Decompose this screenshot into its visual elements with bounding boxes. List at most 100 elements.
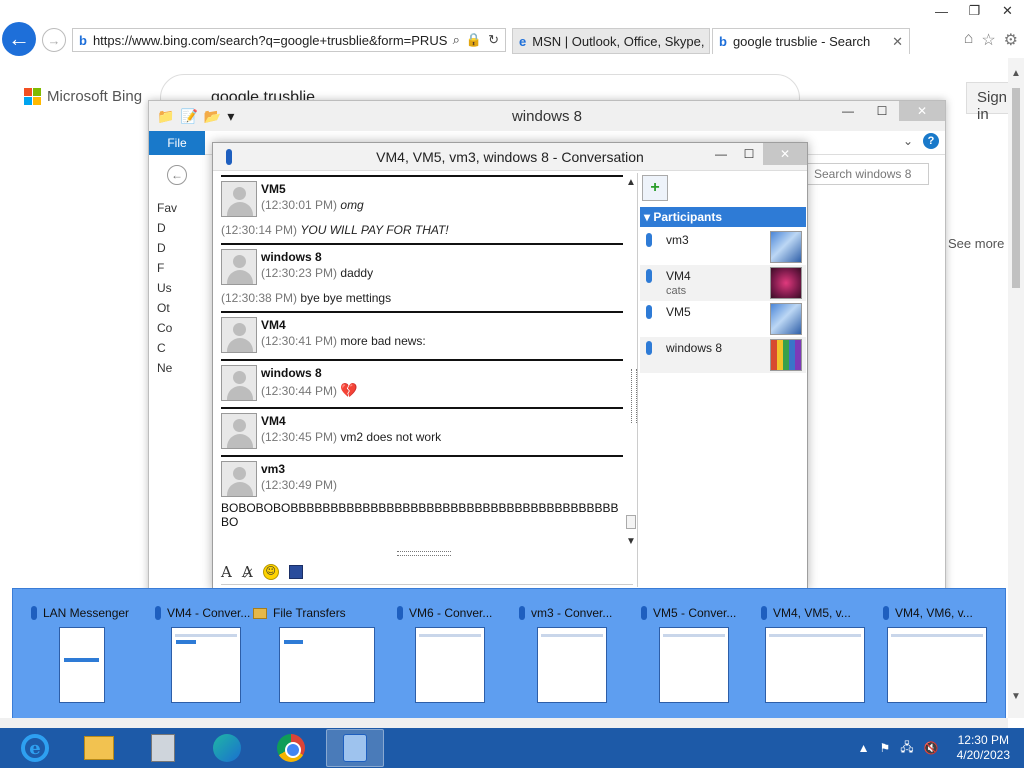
taskbar-lan-messenger-button[interactable]	[326, 729, 384, 767]
scroll-down-icon[interactable]: ▼	[1011, 691, 1021, 702]
lan-messenger-icon	[155, 606, 161, 620]
forward-button[interactable]: →	[42, 28, 66, 52]
horizontal-scrollbar[interactable]	[0, 718, 1008, 728]
scroll-up-icon[interactable]: ▲	[626, 177, 636, 188]
favorites-star-icon[interactable]: ☆	[981, 30, 995, 50]
switcher-item[interactable]: File Transfers	[253, 603, 377, 713]
nav-item[interactable]: C	[157, 341, 217, 361]
participant-item[interactable]: VM5	[640, 301, 806, 337]
switcher-item[interactable]: VM4, VM6, v...	[883, 603, 999, 713]
nav-item[interactable]: Co	[157, 321, 217, 341]
sender-name: windows 8	[261, 250, 322, 264]
arrow-left-icon: ←	[8, 26, 30, 51]
input-splitter-handle[interactable]	[397, 551, 451, 556]
window-thumbnail	[765, 627, 865, 703]
taskbar-explorer-button[interactable]	[70, 729, 128, 767]
address-text[interactable]: https://www.bing.com/search?q=google+tru…	[93, 33, 447, 48]
lan-messenger-icon	[397, 606, 403, 620]
scroll-up-icon[interactable]: ▲	[1011, 68, 1021, 79]
scroll-thumb[interactable]	[1012, 88, 1020, 288]
close-icon[interactable]: ✕	[991, 0, 1024, 22]
home-icon[interactable]: ⌂	[964, 30, 974, 50]
explorer-back-button[interactable]: ←	[167, 165, 187, 185]
maximize-icon[interactable]: ☐	[865, 101, 899, 121]
clock[interactable]: 12:30 PM 4/20/2023	[957, 733, 1010, 763]
tab-msn[interactable]: e MSN | Outlook, Office, Skype, ...	[512, 28, 710, 54]
font-icon[interactable]: A	[221, 563, 232, 581]
scroll-down-icon[interactable]: ▼	[626, 536, 636, 547]
timestamp: (12:30:14 PM)	[221, 223, 298, 237]
broken-heart-icon: 💔	[340, 382, 358, 398]
sender-name: VM4	[261, 414, 286, 428]
save-icon[interactable]	[288, 564, 303, 579]
message-text: BOBOBOBOBBBBBBBBBBBBBBBBBBBBBBBBBBBBBBBB…	[221, 501, 619, 529]
back-button[interactable]: ←	[2, 22, 36, 56]
smiley-icon[interactable]: ☺	[262, 563, 279, 580]
tab-close-icon[interactable]: ✕	[892, 34, 903, 50]
participant-item[interactable]: vm3	[640, 229, 806, 265]
lan-messenger-icon	[343, 734, 367, 762]
minimize-icon[interactable]: —	[831, 101, 865, 121]
nav-item[interactable]: D	[157, 221, 217, 241]
avatar	[221, 461, 257, 497]
minimize-icon[interactable]: —	[925, 0, 958, 22]
nav-item[interactable]: F	[157, 261, 217, 281]
network-icon[interactable]: 🖧	[900, 738, 913, 759]
participant-avatar	[770, 339, 802, 371]
minimize-icon[interactable]: —	[707, 143, 735, 165]
close-icon[interactable]: ✕	[899, 101, 945, 121]
user-status-icon	[646, 341, 652, 355]
switcher-item[interactable]: VM5 - Conver...	[641, 603, 757, 713]
message-history[interactable]: VM5 (12:30:01 PM) omg (12:30:14 PM) YOU …	[221, 175, 623, 549]
clock-time: 12:30 PM	[957, 733, 1009, 747]
participant-name: windows 8	[666, 341, 723, 355]
explorer-search-input[interactable]: Search windows 8	[807, 163, 929, 185]
maximize-icon[interactable]: ☐	[735, 143, 763, 165]
switcher-item[interactable]: VM6 - Conver...	[397, 603, 513, 713]
taskbar-ie-button[interactable]: e	[6, 729, 64, 767]
gear-icon[interactable]: ⚙	[1004, 30, 1018, 50]
flag-icon[interactable]: ⚑	[880, 741, 891, 755]
nav-item[interactable]: Ne	[157, 361, 217, 381]
nav-item[interactable]: Us	[157, 281, 217, 301]
taskbar-server-manager-button[interactable]	[134, 729, 192, 767]
switcher-label: VM4, VM6, v...	[895, 606, 973, 620]
close-icon[interactable]: ✕	[763, 143, 807, 165]
refresh-icon[interactable]: ↻	[488, 32, 499, 48]
file-tab[interactable]: File	[149, 130, 205, 155]
switcher-item[interactable]: VM4, VM5, v...	[761, 603, 877, 713]
sender-name: VM4	[261, 318, 286, 332]
chevron-down-icon[interactable]: ⌄	[903, 134, 913, 148]
nav-item[interactable]: Ot	[157, 301, 217, 321]
address-bar[interactable]: b https://www.bing.com/search?q=google+t…	[72, 28, 506, 52]
nav-item[interactable]: Fav	[157, 201, 217, 221]
participants-header[interactable]: ▾ Participants	[640, 207, 806, 227]
browser-toolbar: — ❐ ✕ ← → b https://www.bing.com/search?…	[0, 0, 1024, 58]
restore-icon[interactable]: ❐	[958, 0, 991, 22]
bing-favicon-icon: b	[79, 32, 87, 48]
tab-bing-search[interactable]: b google trusblie - Search ✕	[712, 28, 910, 54]
internet-explorer-icon: e	[21, 734, 49, 762]
add-participant-button[interactable]: +	[642, 175, 668, 201]
participant-item[interactable]: windows 8	[640, 337, 806, 373]
switcher-item[interactable]: vm3 - Conver...	[519, 603, 635, 713]
taskbar-edge-button[interactable]	[198, 729, 256, 767]
font-color-icon[interactable]: A̷	[242, 563, 253, 581]
help-icon[interactable]: ?	[923, 133, 939, 149]
nav-item[interactable]: D	[157, 241, 217, 261]
page-scrollbar[interactable]: ▲ ▼	[1008, 58, 1024, 718]
taskbar-chrome-button[interactable]	[262, 729, 320, 767]
lan-messenger-icon	[761, 606, 767, 620]
microsoft-bing-logo[interactable]: Microsoft Bing	[24, 88, 142, 105]
participant-item[interactable]: VM4 cats	[640, 265, 806, 301]
switcher-label: File Transfers	[273, 606, 346, 620]
search-icon[interactable]: ⌕	[453, 32, 460, 48]
lock-icon[interactable]: 🔒	[466, 32, 482, 48]
chevron-up-icon[interactable]: ▲	[858, 741, 870, 755]
window-thumbnail	[279, 627, 375, 703]
lan-messenger-icon	[641, 606, 647, 620]
switcher-item[interactable]: LAN Messenger	[31, 603, 157, 713]
see-more-link[interactable]: See more	[948, 236, 1004, 251]
scroll-thumb[interactable]	[626, 515, 636, 529]
volume-muted-icon[interactable]: 🔇	[924, 741, 939, 755]
